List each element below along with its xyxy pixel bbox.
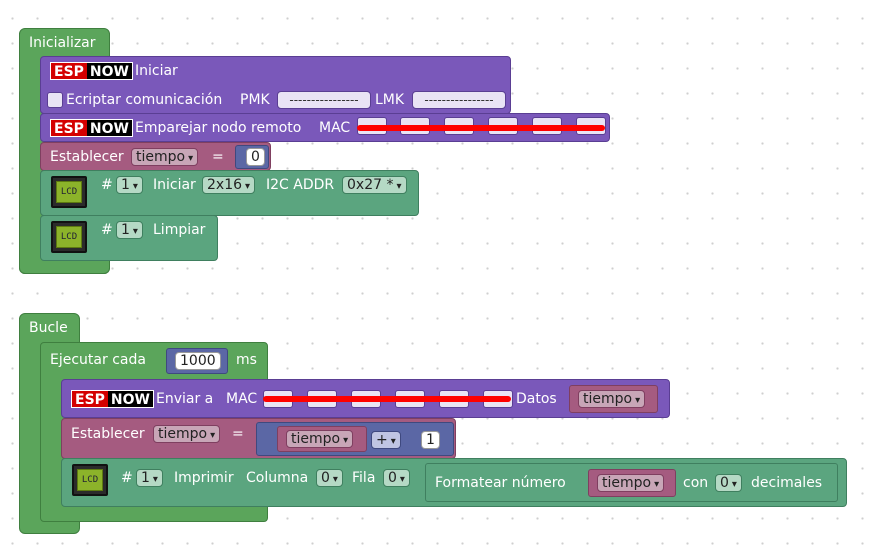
mac-label: MAC [319, 120, 351, 136]
encrypt-checkbox[interactable] [47, 92, 63, 108]
init-block-title: Inicializar [29, 35, 96, 51]
interval-block[interactable]: 1000 [166, 348, 228, 374]
pmk-field[interactable]: ---------------- [277, 91, 371, 109]
espnow-logo-icon: ESP NOW [50, 119, 133, 137]
equals-label: = [212, 149, 224, 165]
chevron-down-icon: ▾ [188, 153, 194, 164]
send-label: Enviar a [156, 391, 214, 407]
mac-redaction-bar [357, 125, 605, 131]
lcd-index-dropdown[interactable]: 1 ▾ [116, 176, 143, 194]
lcd-index-dropdown[interactable]: 1 ▾ [136, 469, 163, 487]
hash-label: # [101, 222, 113, 238]
set-variable-block[interactable]: Establecer tiempo ▾ = tiempo ▾ + ▾ 1 [61, 418, 456, 459]
math-block[interactable]: tiempo ▾ + ▾ 1 [256, 422, 454, 456]
data-label: Datos [516, 391, 557, 407]
variable-dropdown[interactable]: tiempo ▾ [597, 474, 665, 492]
chevron-down-icon: ▾ [390, 436, 396, 447]
print-label: Imprimir [174, 470, 234, 486]
set-label: Establecer [50, 149, 124, 165]
variable-dropdown[interactable]: tiempo ▾ [286, 430, 354, 448]
espnow-pair-block[interactable]: ESP NOW Emparejar nodo remoto MAC [40, 113, 610, 142]
mac-redaction-bar [263, 396, 511, 402]
data-variable-block[interactable]: tiempo ▾ [569, 385, 658, 413]
lcd-size-dropdown[interactable]: 2x16 ▾ [202, 176, 256, 194]
chevron-down-icon: ▾ [245, 181, 251, 192]
chevron-down-icon: ▾ [210, 430, 216, 441]
chevron-down-icon: ▾ [731, 479, 737, 490]
hash-label: # [121, 470, 133, 486]
chevron-down-icon: ▾ [132, 226, 138, 237]
chevron-down-icon: ▾ [332, 474, 338, 485]
lmk-field[interactable]: ---------------- [412, 91, 506, 109]
format-number-block[interactable]: Formatear número tiempo ▾ con 0 ▾ decimale… [425, 463, 838, 502]
chevron-down-icon: ▾ [132, 181, 138, 192]
row-dropdown[interactable]: 0 ▾ [383, 469, 410, 487]
espnow-send-block[interactable]: ESP NOW Enviar a MAC Datos tiempo ▾ [61, 379, 670, 418]
chevron-down-icon: ▾ [654, 479, 660, 490]
set-label: Establecer [71, 426, 145, 442]
column-label: Columna [246, 470, 309, 486]
chevron-down-icon: ▾ [399, 474, 405, 485]
chevron-down-icon: ▾ [635, 395, 641, 406]
clear-label: Limpiar [153, 222, 206, 238]
init-value-field[interactable]: 0 [246, 148, 265, 166]
lmk-label: LMK [375, 92, 405, 108]
hash-label: # [101, 177, 113, 193]
set-variable-block[interactable]: Establecer tiempo ▾ = 0 [40, 142, 271, 171]
espnow-logo-icon: ESP NOW [50, 62, 133, 80]
chevron-down-icon: ▾ [152, 474, 158, 485]
interval-field[interactable]: 1000 [175, 352, 221, 370]
variable-dropdown[interactable]: tiempo ▾ [131, 148, 199, 166]
pmk-label: PMK [240, 92, 270, 108]
operator-dropdown[interactable]: + ▾ [371, 431, 401, 449]
espnow-logo-icon: ESP NOW [71, 390, 154, 408]
decimals-label: decimales [751, 475, 823, 491]
chevron-down-icon: ▾ [343, 435, 349, 446]
ms-label: ms [236, 352, 257, 368]
row-label: Fila [352, 470, 376, 486]
equals-label: = [232, 426, 244, 442]
lcd-print-block[interactable]: LCD # 1 ▾ Imprimir Columna 0 ▾ Fila 0 ▾ For… [61, 458, 847, 507]
format-label: Formatear número [435, 475, 566, 491]
variable-dropdown[interactable]: tiempo ▾ [578, 390, 646, 408]
mac-label: MAC [226, 391, 258, 407]
init-block-bottom [19, 260, 110, 274]
lcd-init-block[interactable]: LCD # 1 ▾ Iniciar 2x16 ▾ I2C ADDR 0x27 * ▾ [40, 170, 419, 216]
lcd-index-dropdown[interactable]: 1 ▾ [116, 221, 143, 239]
encrypt-label: Ecriptar comunicación [66, 92, 223, 108]
i2c-addr-dropdown[interactable]: 0x27 * ▾ [342, 176, 407, 194]
increment-field[interactable]: 1 [421, 431, 440, 449]
every-label: Ejecutar cada [50, 352, 146, 368]
lcd-icon: LCD [72, 464, 108, 496]
lcd-icon: LCD [51, 221, 87, 253]
lcd-icon: LCD [51, 176, 87, 208]
lcd-init-label: Iniciar [153, 177, 196, 193]
expr-variable-block[interactable]: tiempo ▾ [277, 426, 367, 452]
i2c-label: I2C ADDR [266, 177, 335, 193]
with-label: con [683, 475, 709, 491]
column-dropdown[interactable]: 0 ▾ [316, 469, 343, 487]
decimals-dropdown[interactable]: 0 ▾ [715, 474, 742, 492]
chevron-down-icon: ▾ [396, 181, 402, 192]
espnow-init-label: Iniciar [135, 63, 178, 79]
lcd-clear-block[interactable]: LCD # 1 ▾ Limpiar [40, 215, 218, 261]
espnow-init-block[interactable]: ESP NOW Iniciar Ecriptar comunicación PMK… [40, 56, 511, 114]
number-block[interactable]: 0 [235, 145, 269, 169]
pair-label: Emparejar nodo remoto [135, 120, 302, 136]
variable-dropdown[interactable]: tiempo ▾ [153, 425, 221, 443]
format-variable-block[interactable]: tiempo ▾ [588, 469, 676, 497]
loop-block-title: Bucle [29, 320, 68, 336]
